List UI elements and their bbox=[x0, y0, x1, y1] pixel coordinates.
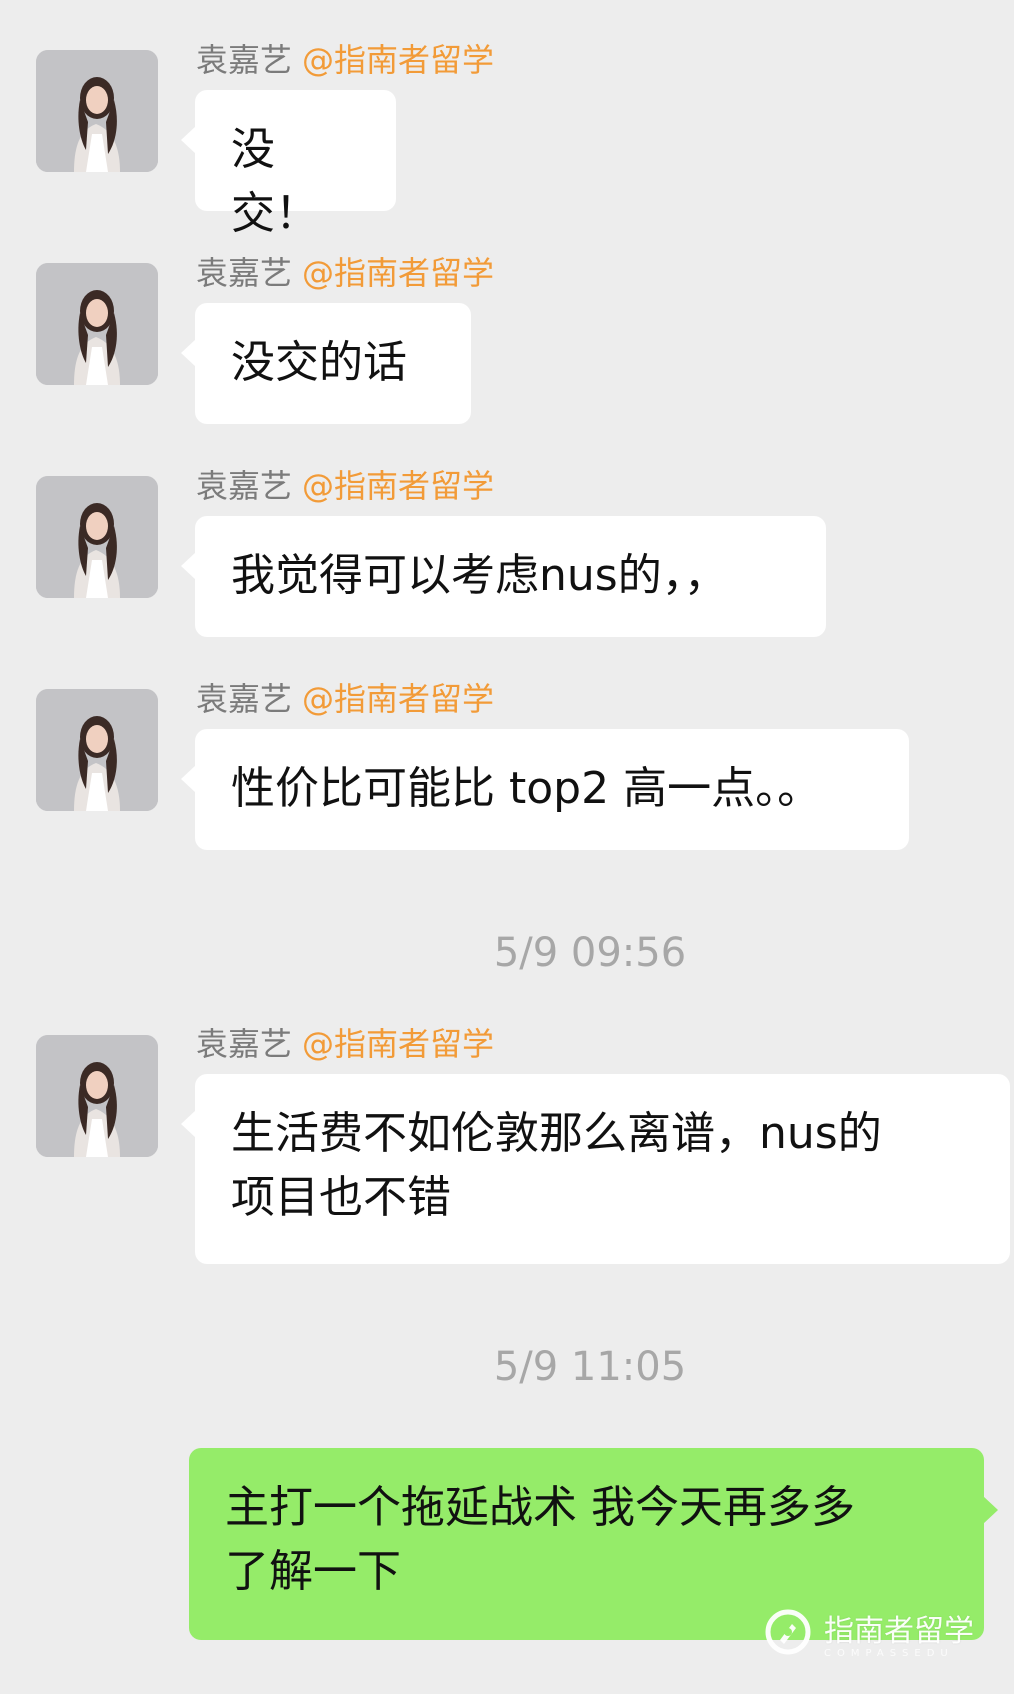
message-bubble[interactable]: 我觉得可以考虑nus的，， bbox=[181, 516, 826, 637]
sender-label: 袁嘉艺 @指南者留学 bbox=[196, 466, 494, 506]
compass-logo-icon bbox=[765, 1609, 811, 1655]
my-message-text-line: 主打一个拖延战术 我今天再多多 bbox=[225, 1482, 855, 1533]
sender-name: 袁嘉艺 bbox=[196, 467, 293, 505]
sender-org: @指南者留学 bbox=[302, 254, 495, 292]
sender-label: 袁嘉艺 @指南者留学 bbox=[196, 1024, 494, 1064]
sender-label: 袁嘉艺 @指南者留学 bbox=[196, 679, 494, 719]
message-bubble[interactable]: 没交！ bbox=[181, 90, 396, 239]
message-text: 性价比可能比 top2 高一点。。 bbox=[231, 763, 822, 814]
watermark-subtext: COMPASSEDU bbox=[824, 1648, 954, 1659]
timestamp: 5/9 11:05 bbox=[493, 1344, 687, 1390]
watermark: 指南者留学 COMPASSEDU bbox=[762, 1606, 974, 1659]
my-message-text-line: 了解一下 bbox=[225, 1546, 401, 1597]
avatar-photo-icon bbox=[36, 263, 158, 385]
avatar[interactable] bbox=[36, 50, 158, 172]
message-text-line: 项目也不错 bbox=[231, 1172, 451, 1223]
message-text-line: 生活费不如伦敦那么离谱，nus的 bbox=[231, 1108, 882, 1159]
sender-org: @指南者留学 bbox=[302, 41, 495, 79]
sender-name: 袁嘉艺 bbox=[196, 680, 293, 718]
sender-name: 袁嘉艺 bbox=[196, 1025, 293, 1063]
sender-name: 袁嘉艺 bbox=[196, 41, 293, 79]
sender-org: @指南者留学 bbox=[302, 467, 495, 505]
message-text: 没交！ bbox=[231, 124, 319, 239]
avatar-photo-icon bbox=[36, 1035, 158, 1157]
sender-label: 袁嘉艺 @指南者留学 bbox=[196, 253, 494, 293]
avatar[interactable] bbox=[36, 476, 158, 598]
message-text: 我觉得可以考虑nus的，， bbox=[231, 550, 728, 601]
message-bubble[interactable]: 性价比可能比 top2 高一点。。 bbox=[181, 729, 909, 850]
sender-label: 袁嘉艺 @指南者留学 bbox=[196, 40, 494, 80]
message-bubble[interactable]: 生活费不如伦敦那么离谱，nus的 项目也不错 bbox=[181, 1074, 1010, 1264]
avatar-photo-icon bbox=[36, 689, 158, 811]
avatar-photo-icon bbox=[36, 50, 158, 172]
sender-name: 袁嘉艺 bbox=[196, 254, 293, 292]
avatar-photo-icon bbox=[36, 476, 158, 598]
sender-org: @指南者留学 bbox=[302, 1025, 495, 1063]
message-text: 没交的话 bbox=[231, 337, 407, 388]
sender-org: @指南者留学 bbox=[302, 680, 495, 718]
timestamp: 5/9 09:56 bbox=[493, 930, 687, 976]
avatar[interactable] bbox=[36, 1035, 158, 1157]
watermark-text: 指南者留学 bbox=[824, 1614, 974, 1649]
avatar[interactable] bbox=[36, 263, 158, 385]
avatar[interactable] bbox=[36, 689, 158, 811]
message-bubble[interactable]: 没交的话 bbox=[181, 303, 471, 424]
